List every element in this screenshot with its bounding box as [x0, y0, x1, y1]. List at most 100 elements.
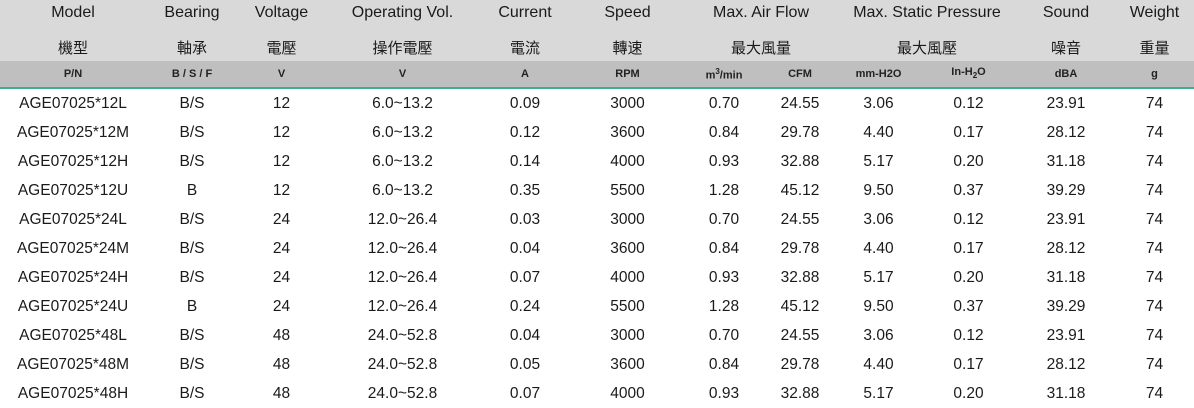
cell-sound: 23.91 — [1046, 327, 1086, 344]
cell-airflow-cfm: 29.78 — [780, 240, 820, 257]
cell-bearing: B/S — [179, 327, 205, 344]
cell-bearing: B/S — [179, 269, 205, 286]
header-max-air-flow: Max. Air Flow — [712, 4, 809, 21]
cell-model: AGE07025*12L — [19, 95, 127, 112]
unit-bearing: B / S / F — [171, 68, 213, 80]
cell-airflow-cfm: 24.55 — [780, 211, 820, 228]
cell-airflow-m3min: 1.28 — [708, 182, 740, 199]
cell-pressure-mmh2o: 3.06 — [863, 95, 894, 112]
cell-current: 0.14 — [509, 153, 541, 170]
cell-current: 0.12 — [509, 124, 541, 141]
cell-pressure-mmh2o: 9.50 — [863, 298, 894, 315]
cell-voltage: 12 — [272, 182, 291, 199]
cell-pressure-mmh2o: 4.40 — [863, 356, 894, 373]
cell-operating-voltage: 12.0~26.4 — [367, 240, 438, 257]
table-row: AGE07025*48M B/S 48 24.0~52.8 0.05 3600 … — [0, 350, 1194, 379]
cell-speed: 3600 — [610, 124, 645, 141]
table-body: AGE07025*12L B/S 12 6.0~13.2 0.09 3000 0… — [0, 89, 1194, 408]
cell-operating-voltage: 6.0~13.2 — [372, 95, 433, 112]
cell-model: AGE07025*24H — [17, 269, 129, 286]
cell-airflow-cfm: 45.12 — [780, 182, 820, 199]
header-weight-zh: 重量 — [1139, 39, 1170, 57]
header-sound-zh: 噪音 — [1050, 39, 1081, 57]
cell-pressure-mmh2o: 5.17 — [863, 385, 894, 402]
cell-voltage: 48 — [272, 385, 291, 402]
cell-airflow-cfm: 45.12 — [780, 298, 820, 315]
cell-airflow-m3min: 0.93 — [708, 385, 740, 402]
cell-weight: 74 — [1145, 153, 1164, 170]
header-max-air-flow-zh: 最大風量 — [730, 39, 791, 57]
cell-sound: 31.18 — [1046, 153, 1086, 170]
cell-speed: 3000 — [610, 211, 645, 228]
cell-voltage: 24 — [272, 211, 291, 228]
cell-pressure-inh2o: 0.20 — [953, 385, 984, 402]
unit-pressure-inh2o-tail: O — [977, 65, 986, 78]
cell-weight: 74 — [1145, 327, 1164, 344]
unit-pressure-mmh2o: mm-H2O — [855, 68, 902, 80]
cell-voltage: 24 — [272, 269, 291, 286]
cell-voltage: 12 — [272, 153, 291, 170]
table-row: AGE07025*12L B/S 12 6.0~13.2 0.09 3000 0… — [0, 89, 1194, 118]
header-voltage: Voltage — [254, 4, 309, 21]
cell-weight: 74 — [1145, 182, 1164, 199]
cell-voltage: 12 — [272, 124, 291, 141]
unit-operating-voltage: V — [398, 68, 407, 80]
cell-sound: 28.12 — [1046, 124, 1086, 141]
cell-voltage: 48 — [272, 356, 291, 373]
cell-model: AGE07025*48L — [19, 327, 127, 344]
cell-operating-voltage: 24.0~52.8 — [367, 385, 438, 402]
cell-sound: 39.29 — [1046, 182, 1086, 199]
cell-operating-voltage: 6.0~13.2 — [372, 182, 433, 199]
header-speed: Speed — [604, 4, 651, 21]
header-bearing-zh: 軸承 — [176, 39, 207, 57]
cell-airflow-cfm: 24.55 — [780, 95, 820, 112]
table-row: AGE07025*48L B/S 48 24.0~52.8 0.04 3000 … — [0, 321, 1194, 350]
cell-current: 0.04 — [509, 327, 541, 344]
header-max-static-pressure-zh: 最大風壓 — [896, 39, 957, 57]
cell-model: AGE07025*12U — [17, 182, 129, 199]
cell-speed: 5500 — [610, 298, 645, 315]
cell-airflow-cfm: 24.55 — [780, 327, 820, 344]
cell-pressure-inh2o: 0.12 — [953, 327, 984, 344]
units-row: P/N B / S / F V V A RPM m3/min CFM mm-H2… — [0, 61, 1194, 89]
cell-current: 0.07 — [509, 269, 541, 286]
cell-pressure-inh2o: 0.17 — [953, 240, 984, 257]
cell-operating-voltage: 24.0~52.8 — [367, 327, 438, 344]
cell-voltage: 24 — [272, 240, 291, 257]
cell-speed: 4000 — [610, 269, 645, 286]
cell-speed: 3600 — [610, 240, 645, 257]
cell-weight: 74 — [1145, 356, 1164, 373]
cell-pressure-inh2o: 0.20 — [953, 153, 984, 170]
cell-operating-voltage: 12.0~26.4 — [367, 298, 438, 315]
table-row: AGE07025*24M B/S 24 12.0~26.4 0.04 3600 … — [0, 234, 1194, 263]
table-header: Model Bearing Voltage Operating Vol. Cur… — [0, 0, 1194, 61]
table-row: AGE07025*12M B/S 12 6.0~13.2 0.12 3600 0… — [0, 118, 1194, 147]
header-speed-zh: 轉速 — [612, 39, 643, 57]
unit-pn: P/N — [63, 68, 83, 80]
cell-bearing: B/S — [179, 240, 205, 257]
header-voltage-zh: 電壓 — [266, 39, 297, 57]
cell-weight: 74 — [1145, 124, 1164, 141]
cell-voltage: 24 — [272, 298, 291, 315]
cell-bearing: B/S — [179, 153, 205, 170]
table-row: AGE07025*48H B/S 48 24.0~52.8 0.07 4000 … — [0, 379, 1194, 408]
cell-pressure-mmh2o: 5.17 — [863, 269, 894, 286]
cell-bearing: B/S — [179, 95, 205, 112]
cell-sound: 23.91 — [1046, 95, 1086, 112]
cell-pressure-mmh2o: 4.40 — [863, 240, 894, 257]
cell-voltage: 48 — [272, 327, 291, 344]
cell-operating-voltage: 12.0~26.4 — [367, 211, 438, 228]
unit-sound: dBA — [1054, 68, 1078, 80]
cell-pressure-inh2o: 0.37 — [953, 298, 984, 315]
table-row: AGE07025*24U B 24 12.0~26.4 0.24 5500 1.… — [0, 292, 1194, 321]
cell-pressure-inh2o: 0.12 — [953, 211, 984, 228]
cell-pressure-inh2o: 0.20 — [953, 269, 984, 286]
cell-airflow-cfm: 29.78 — [780, 124, 820, 141]
cell-airflow-m3min: 0.84 — [708, 240, 740, 257]
cell-bearing: B/S — [179, 356, 205, 373]
cell-sound: 28.12 — [1046, 240, 1086, 257]
cell-bearing: B — [186, 182, 198, 199]
cell-model: AGE07025*24M — [16, 240, 130, 257]
cell-airflow-cfm: 32.88 — [780, 385, 820, 402]
cell-current: 0.04 — [509, 240, 541, 257]
